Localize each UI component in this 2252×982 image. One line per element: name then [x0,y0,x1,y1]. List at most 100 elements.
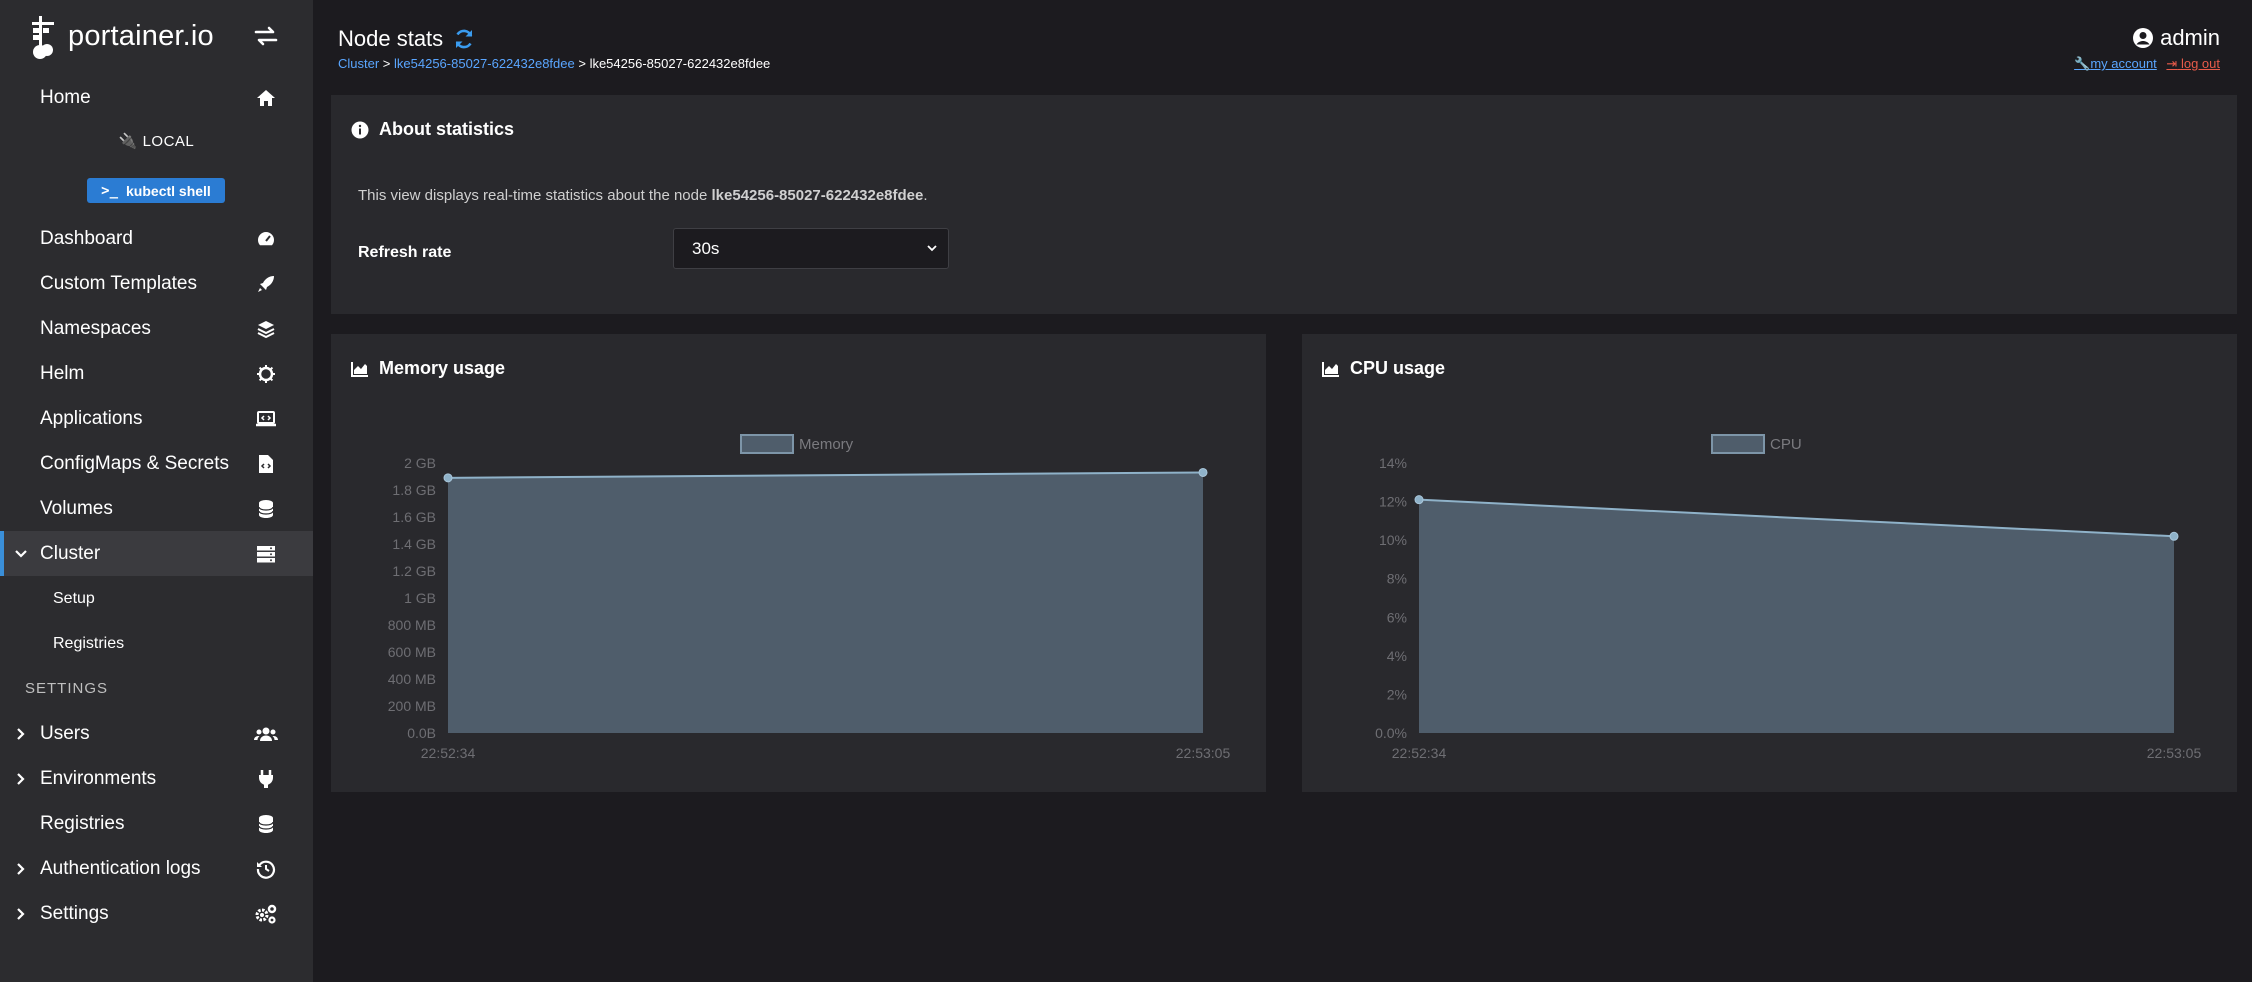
cpu-legend-swatch [1711,434,1765,454]
memory-y-tick-label: 1.4 GB [392,536,436,552]
sidebar-item-namespaces[interactable]: Namespaces [0,306,313,351]
cpu-legend-label: CPU [1770,436,1802,453]
cpu-y-tick-label: 10% [1379,532,1407,548]
cpu-y-tick-label: 0.0% [1375,725,1407,741]
memory-y-tick-label: 400 MB [388,671,436,687]
cpu-y-tick-label: 4% [1387,648,1407,664]
sidebar-item-label: Registries [53,634,125,652]
sidebar-item-environments[interactable]: Environments [0,756,313,801]
memory-usage-panel: Memory usage Memory 0.0B 200 MB 400 MB 600 M… [331,334,1266,792]
memory-y-tick-label: 1.6 GB [392,509,436,525]
sidebar-item-settings[interactable]: Settings [0,891,313,936]
breadcrumb: Cluster > lke54256-85027-622432e8fdee > … [338,56,770,71]
memory-area [448,472,1203,733]
cpu-data-point [1414,495,1424,505]
sidebar-item-cluster-registries[interactable]: Registries [0,621,313,666]
refresh-rate-label: Refresh rate [358,244,452,261]
cpu-usage-chart: CPU 0.0% 2% 4% 6% 8% 10% 12% 14% 22:52:34 22:53:05 [1375,434,2202,761]
sidebar-item-label: Cluster [40,542,101,564]
sidebar-item-configmaps[interactable]: ConfigMaps & Secrets [0,441,313,486]
sign-out-icon: ⇥ [2166,56,2178,71]
about-statistics-panel: About statistics This view displays real… [331,95,2237,314]
breadcrumb-node-link[interactable]: lke54256-85027-622432e8fdee [394,56,575,71]
memory-data-point [443,473,453,483]
about-statistics-description: This view displays real-time statistics … [358,187,928,204]
sidebar-item-label: Namespaces [40,317,151,339]
memory-legend-swatch [740,434,794,454]
memory-y-tick-label: 2 GB [404,455,436,471]
breadcrumb-separator: > [379,56,395,71]
sidebar-item-label: Home [40,86,91,108]
sidebar-item-setup[interactable]: Setup [0,576,313,621]
sidebar-item-label: Settings [40,902,109,924]
sidebar-item-registries[interactable]: Registries [0,801,313,846]
sidebar-item-users[interactable]: Users [0,711,313,756]
sidebar-item-label: Authentication logs [40,857,201,879]
sidebar-item-applications[interactable]: Applications [0,396,313,441]
kubectl-shell-label: kubectl shell [126,182,211,199]
memory-y-tick-label: 200 MB [388,698,436,714]
portainer-logo-icon [32,16,54,59]
sidebar-item-label: Environments [40,767,157,789]
chevron-right-icon [17,862,25,875]
user-name: admin [2074,25,2220,51]
my-account-label: my account [2090,56,2157,71]
cpu-area [1419,499,2174,733]
refresh-icon[interactable] [453,28,475,50]
memory-data-point [1198,467,1208,477]
sidebar-toggle-icon[interactable] [252,22,280,50]
log-out-link[interactable]: ⇥ log out [2166,56,2220,71]
memory-usage-chart: Memory 0.0B 200 MB 400 MB 600 MB 800 MB 1 GB 1.… [388,434,1231,761]
page-title: Node stats [338,26,475,52]
database-icon [254,812,278,836]
rocket-icon [254,272,278,296]
environment-label: LOCAL [142,133,195,150]
sidebar-item-dashboard[interactable]: Dashboard [0,216,313,261]
cpu-y-tick-label: 6% [1387,609,1407,625]
user-circle-icon [2133,28,2154,48]
refresh-rate-select[interactable]: 30s [673,228,949,269]
sidebar-item-volumes[interactable]: Volumes [0,486,313,531]
layers-icon [254,317,278,341]
sidebar-item-authentication-logs[interactable]: Authentication logs [0,846,313,891]
memory-y-tick-label: 800 MB [388,617,436,633]
memory-y-tick-label: 1.8 GB [392,482,436,498]
cpu-usage-panel: CPU usage CPU 0.0% 2% 4% 6% 8% 10% 12% 14% 22:52:… [1302,334,2237,792]
laptop-code-icon [254,407,278,431]
memory-y-tick-label: 0.0B [407,725,436,741]
memory-x-tick-label: 22:53:05 [1176,745,1231,761]
database-icon [254,497,278,521]
sidebar-item-label: ConfigMaps & Secrets [40,452,230,474]
user-name-text: admin [2160,25,2220,50]
file-code-icon [254,452,278,476]
sidebar-item-label: Registries [40,812,125,834]
memory-x-tick-label: 22:52:34 [421,745,476,761]
sidebar: portainer.io Home 🔌 LOCAL >_ kubectl she… [0,0,313,982]
about-text-suffix: . [923,187,928,204]
sidebar-item-home[interactable]: Home [0,75,313,120]
users-icon [254,722,278,746]
sidebar-item-label: Custom Templates [40,272,197,294]
chevron-right-icon [17,772,25,785]
cpu-x-tick-label: 22:53:05 [2147,745,2202,761]
cpu-y-tick-label: 14% [1379,455,1407,471]
portainer-logo[interactable]: portainer.io [30,8,214,64]
memory-y-tick-label: 600 MB [388,644,436,660]
breadcrumb-cluster-link[interactable]: Cluster [338,56,379,71]
terminal-icon: >_ [101,182,119,199]
user-menu: admin 🔧my account ⇥ log out [2074,25,2220,72]
sidebar-item-cluster[interactable]: Cluster [0,531,313,576]
sidebar-item-helm[interactable]: Helm [0,351,313,396]
sidebar-item-label: Applications [40,407,143,429]
refresh-rate-value: 30s [692,238,720,258]
chevron-down-icon [927,245,937,252]
about-node-name: lke54256-85027-622432e8fdee [711,187,924,204]
my-account-link[interactable]: 🔧my account [2074,56,2157,71]
breadcrumb-separator: > [574,56,590,71]
chevron-right-icon [17,907,25,920]
chevron-right-icon [17,727,25,740]
breadcrumb-current: lke54256-85027-622432e8fdee [589,56,771,71]
about-statistics-title: About statistics [351,119,514,140]
sidebar-item-custom-templates[interactable]: Custom Templates [0,261,313,306]
kubectl-shell-button[interactable]: >_ kubectl shell [87,178,225,203]
